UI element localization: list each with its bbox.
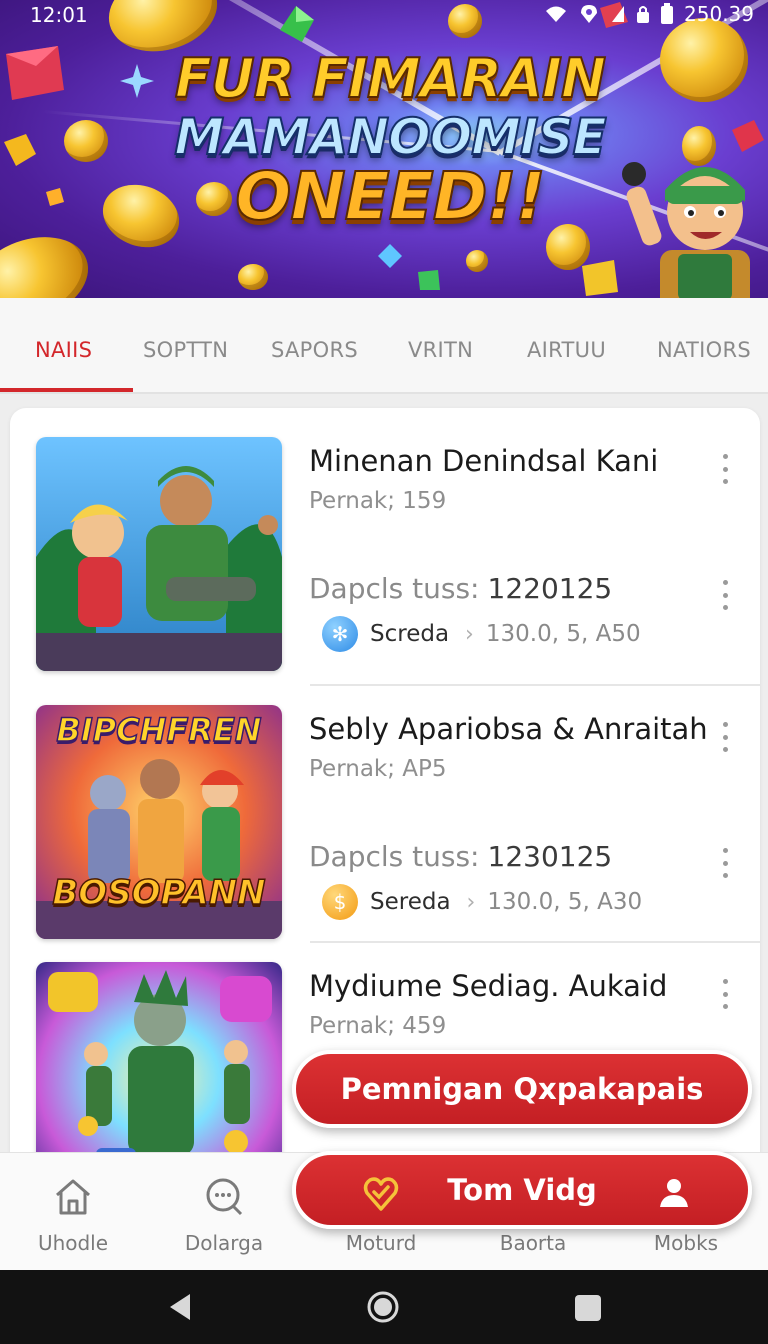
nav-search[interactable]: Dolarga	[149, 1153, 299, 1271]
game-stat: Dapcls tuss: 1230125	[309, 840, 612, 873]
more-options-icon[interactable]	[720, 722, 730, 752]
primary-action-label: Pemnigan Qxpakapais	[340, 1072, 704, 1106]
system-navigation-bar	[0, 1270, 768, 1344]
tab-naiis[interactable]: NAIIS	[35, 338, 92, 362]
game-thumbnail[interactable]: BIPCHFREN BOSOPANN	[36, 705, 282, 939]
nav-label: Uhodle	[37, 1231, 109, 1255]
heart-check-icon	[363, 1177, 399, 1211]
user-icon	[660, 1179, 688, 1207]
snowflake-icon: ✻	[322, 616, 358, 652]
game-title[interactable]: Sebly Apariobsa & Anraitah	[309, 712, 708, 746]
coin-icon	[660, 18, 748, 102]
game-subtitle: Pernak; AP5	[309, 756, 447, 782]
sparkle-icon	[120, 64, 154, 98]
category-tabs: NAIIS SOPTTN SAPORS VRITN AIRTUU NATIORS	[0, 298, 768, 394]
coin-icon: $	[322, 884, 358, 920]
active-tab-indicator	[0, 388, 133, 392]
game-subtitle: Pernak; 159	[309, 488, 447, 514]
tab-vritn[interactable]: VRITN	[408, 338, 473, 362]
game-meta: $ Sereda › 130.0, 5, A30	[322, 884, 642, 920]
more-options-icon[interactable]	[720, 454, 730, 484]
nav-label: Baorta	[499, 1231, 567, 1255]
app-screen: 12:01 250.39 FUR FIMARAIN MAMANOOMISE ON…	[0, 0, 768, 1344]
banner-line-3: ONEED!!	[234, 158, 547, 235]
coin-icon	[64, 120, 108, 162]
game-thumbnail[interactable]	[36, 962, 282, 1168]
recent-apps-icon[interactable]	[572, 1292, 604, 1324]
version-text: 130.0, 5, A50	[485, 621, 641, 647]
tab-sopttn[interactable]: SOPTTN	[143, 338, 228, 362]
tab-airtuu[interactable]: AIRTUU	[527, 338, 606, 362]
list-item[interactable]: Minenan Denindsal Kani Pernak; 159 Dapcl…	[10, 408, 760, 671]
publisher-name: Screda	[370, 621, 450, 647]
status-time: 12:01	[30, 3, 88, 27]
nav-label: Moturd	[345, 1231, 417, 1255]
coin-icon	[0, 221, 101, 298]
search-chat-icon	[206, 1178, 243, 1216]
stat-label: Dapcls tuss:	[309, 572, 480, 605]
coin-icon	[466, 250, 488, 272]
publisher-name: Sereda	[370, 889, 451, 915]
banner-line-1: FUR FIMARAIN	[174, 47, 607, 110]
nav-home[interactable]: Uhodle	[0, 1153, 148, 1271]
home-icon	[56, 1179, 90, 1215]
promo-banner[interactable]: 12:01 250.39 FUR FIMARAIN MAMANOOMISE ON…	[0, 0, 768, 298]
version-text: 130.0, 5, A30	[487, 889, 643, 915]
game-thumbnail[interactable]	[36, 437, 282, 671]
banner-headline: FUR FIMARAIN MAMANOOMISE ONEED!!	[170, 47, 610, 235]
more-options-icon[interactable]	[720, 580, 730, 610]
chevron-right-icon: ›	[466, 889, 476, 915]
game-subtitle: Pernak; 459	[309, 1013, 447, 1039]
game-title[interactable]: Mydiume Sediag. Aukaid	[309, 969, 667, 1003]
green-gem-icon	[418, 270, 440, 290]
battery-level: 250.39	[684, 2, 754, 26]
tab-natiors[interactable]: NATIORS	[657, 338, 751, 362]
game-title[interactable]: Minenan Denindsal Kani	[309, 444, 658, 478]
stat-value: 1230125	[487, 840, 613, 873]
yellow-gem-icon	[4, 134, 36, 166]
thumb-logo-top: BIPCHFREN	[56, 710, 263, 750]
location-icon	[581, 5, 598, 23]
secondary-action-label: Tom Vidg	[447, 1173, 597, 1207]
back-icon[interactable]	[166, 1292, 194, 1322]
game-art-orc-warrior	[36, 962, 282, 1168]
chevron-right-icon: ›	[465, 621, 474, 647]
tab-sapors[interactable]: SAPORS	[271, 338, 358, 362]
lock-icon	[637, 6, 650, 23]
list-item[interactable]: BIPCHFREN BOSOPANN Sebly Apariobsa & Anr…	[10, 676, 760, 939]
more-options-icon[interactable]	[720, 979, 730, 1009]
red-gem-icon	[6, 46, 64, 100]
yellow-gem-icon	[46, 188, 64, 206]
home-button-icon[interactable]	[366, 1290, 400, 1324]
stat-label: Dapcls tuss:	[309, 840, 480, 873]
yellow-gem-icon	[582, 260, 618, 296]
wifi-icon	[546, 6, 567, 22]
game-meta: ✻ Screda › 130.0, 5, A50	[322, 616, 641, 652]
more-options-icon[interactable]	[720, 848, 730, 878]
status-bar: 12:01 250.39	[0, 0, 768, 30]
blue-gem-icon	[378, 244, 402, 268]
coin-icon	[238, 264, 268, 290]
hero-character-illustration	[622, 162, 750, 298]
signal-icon	[612, 6, 625, 22]
primary-action-button[interactable]: Pemnigan Qxpakapais	[292, 1050, 752, 1128]
thumb-logo-bottom: BOSOPANN	[52, 872, 267, 914]
game-art-jungle-heroes	[36, 437, 282, 671]
stat-value: 1220125	[487, 572, 613, 605]
nav-label: Mobks	[653, 1231, 719, 1255]
status-icons: 250.39	[544, 2, 754, 26]
battery-icon	[661, 3, 674, 24]
banner-line-2: MAMANOOMISE	[173, 108, 607, 166]
nav-label: Dolarga	[184, 1231, 264, 1255]
game-stat: Dapcls tuss: 1220125	[309, 572, 612, 605]
secondary-action-button[interactable]: Tom Vidg	[292, 1151, 752, 1229]
